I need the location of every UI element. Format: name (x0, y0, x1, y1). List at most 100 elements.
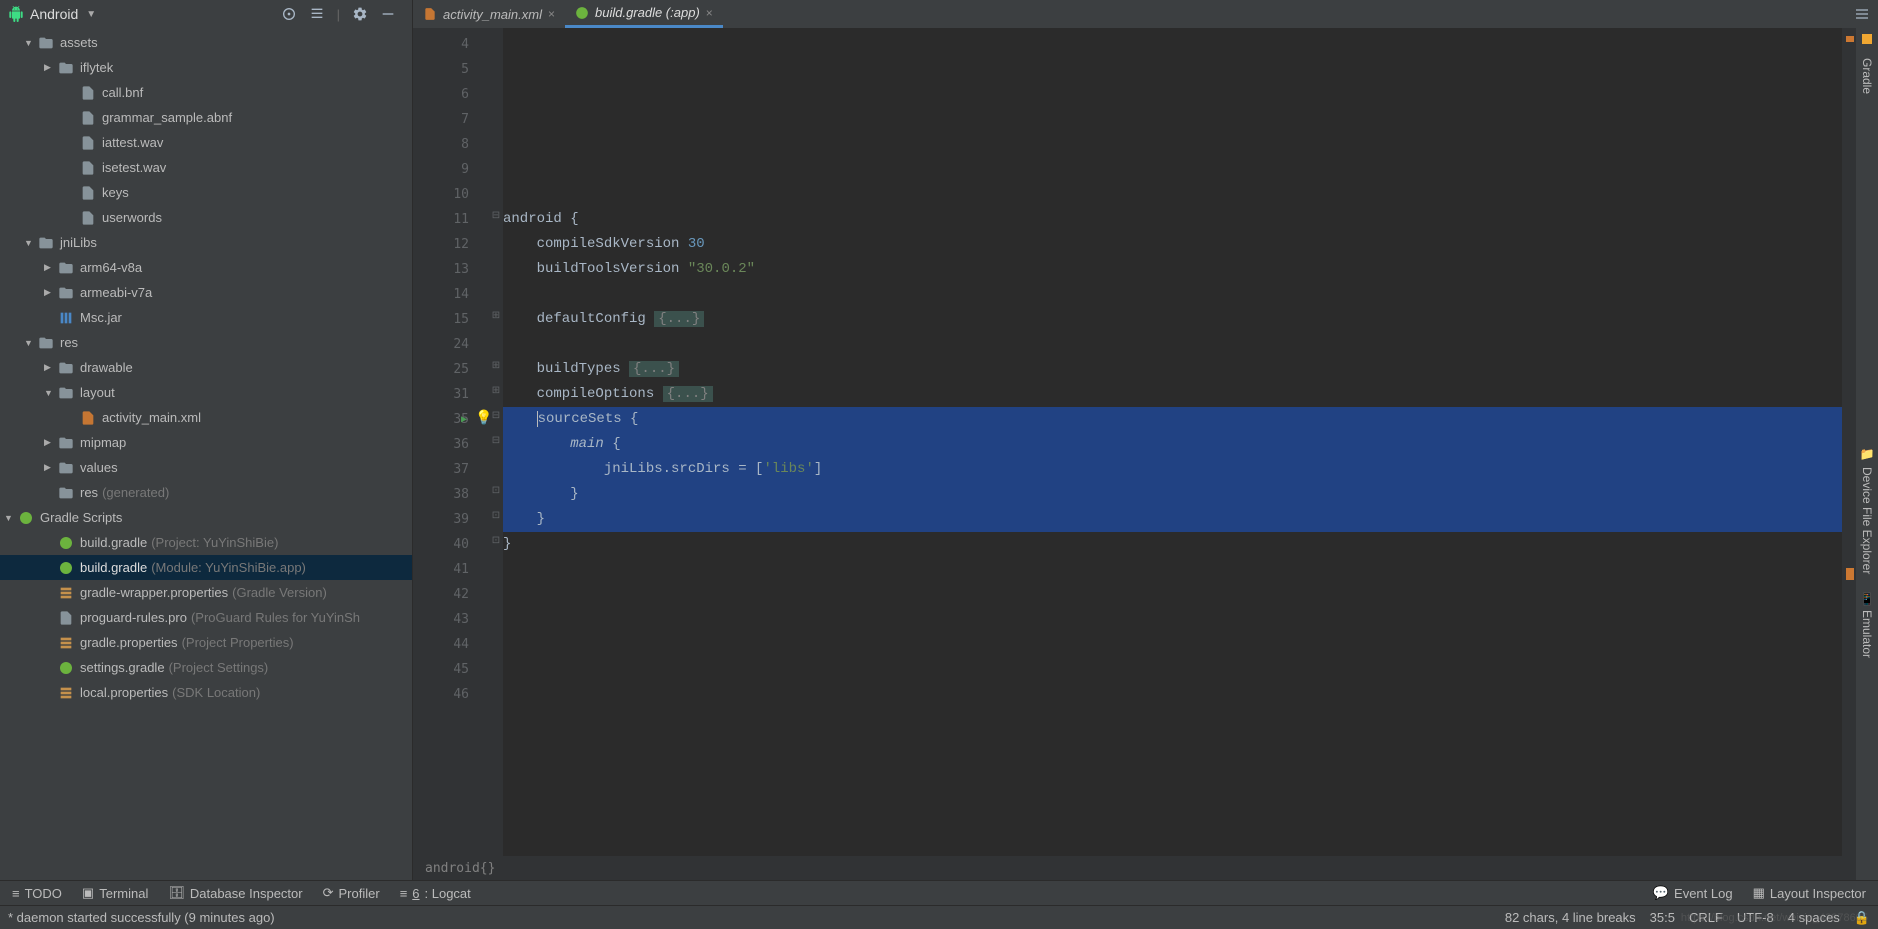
line-number[interactable]: 25 (413, 357, 489, 382)
logcat-tool[interactable]: ≡ 6: Logcat (400, 886, 471, 901)
fold-toggle[interactable]: ⊟ (489, 203, 503, 228)
code-line[interactable] (503, 32, 1842, 57)
tree-item[interactable]: keys (0, 180, 412, 205)
line-number[interactable]: 40 (413, 532, 489, 557)
line-number[interactable]: 8 (413, 132, 489, 157)
tree-item[interactable]: ▼Gradle Scripts (0, 505, 412, 530)
tree-item[interactable]: ▶arm64-v8a (0, 255, 412, 280)
line-number[interactable]: 42 (413, 582, 489, 607)
tree-item[interactable]: build.gradle(Project: YuYinShiBie) (0, 530, 412, 555)
fold-toggle[interactable] (489, 278, 503, 303)
line-number[interactable]: 10 (413, 182, 489, 207)
error-stripe[interactable] (1842, 28, 1856, 856)
event-log-tool[interactable]: 💬 Event Log (1653, 885, 1733, 901)
fold-toggle[interactable] (489, 128, 503, 153)
warning-indicator[interactable] (1862, 34, 1872, 44)
tree-item[interactable]: ▼layout (0, 380, 412, 405)
code-line[interactable]: jniLibs.srcDirs = ['libs'] (503, 457, 1842, 482)
fold-toggle[interactable] (489, 603, 503, 628)
code-editor[interactable]: android { compileSdkVersion 30 buildTool… (503, 28, 1842, 856)
line-number[interactable]: 39 (413, 507, 489, 532)
code-line[interactable] (503, 607, 1842, 632)
tree-item[interactable]: iattest.wav (0, 130, 412, 155)
line-number[interactable]: 13 (413, 257, 489, 282)
tree-item[interactable]: ▶armeabi-v7a (0, 280, 412, 305)
fold-toggle[interactable] (489, 578, 503, 603)
tree-item[interactable]: grammar_sample.abnf (0, 105, 412, 130)
minimize-icon[interactable] (380, 6, 396, 22)
code-line[interactable] (503, 557, 1842, 582)
close-icon[interactable]: × (706, 6, 713, 20)
fold-toggle[interactable]: ⊞ (489, 353, 503, 378)
fold-toggle[interactable] (489, 178, 503, 203)
tree-item[interactable]: res(generated) (0, 480, 412, 505)
code-line[interactable]: sourceSets {💡 (503, 407, 1842, 432)
code-line[interactable]: buildToolsVersion "30.0.2" (503, 257, 1842, 282)
line-number[interactable]: 41 (413, 557, 489, 582)
code-line[interactable] (503, 682, 1842, 707)
line-number[interactable]: 44 (413, 632, 489, 657)
device-file-explorer-tab[interactable]: 📁 Device File Explorer (1858, 445, 1876, 578)
intention-bulb-icon[interactable]: 💡 (475, 407, 492, 432)
code-line[interactable]: defaultConfig {...} (503, 307, 1842, 332)
tab-activity-main[interactable]: activity_main.xml × (413, 0, 565, 28)
tab-build-gradle[interactable]: build.gradle (:app) × (565, 0, 723, 28)
fold-toggle[interactable] (489, 628, 503, 653)
todo-tool[interactable]: ≡ TODO (12, 886, 62, 901)
line-number[interactable]: 9 (413, 157, 489, 182)
code-line[interactable]: } (503, 507, 1842, 532)
breadcrumb[interactable]: android{} (413, 856, 1856, 880)
gear-icon[interactable] (352, 6, 368, 22)
emulator-tab[interactable]: 📱 Emulator (1858, 588, 1876, 662)
tree-item[interactable]: userwords (0, 205, 412, 230)
fold-toggle[interactable]: ⊞ (489, 303, 503, 328)
tree-item[interactable]: settings.gradle(Project Settings) (0, 655, 412, 680)
fold-toggle[interactable]: ⊡ (489, 478, 503, 503)
line-gutter[interactable]: 45678910111213141524253135▶3637383940414… (413, 28, 489, 856)
layout-inspector-tool[interactable]: ▦ Layout Inspector (1753, 885, 1866, 901)
tree-item[interactable]: ▶drawable (0, 355, 412, 380)
line-number[interactable]: 15 (413, 307, 489, 332)
run-gutter-icon[interactable]: ▶ (461, 414, 467, 425)
line-number[interactable]: 31 (413, 382, 489, 407)
code-line[interactable] (503, 282, 1842, 307)
target-icon[interactable] (281, 6, 297, 22)
line-number[interactable]: 46 (413, 682, 489, 707)
code-line[interactable]: } (503, 482, 1842, 507)
fold-toggle[interactable] (489, 453, 503, 478)
line-number[interactable]: 45 (413, 657, 489, 682)
tree-item[interactable]: isetest.wav (0, 155, 412, 180)
fold-toggle[interactable] (489, 228, 503, 253)
line-number[interactable]: 38 (413, 482, 489, 507)
code-line[interactable] (503, 132, 1842, 157)
project-view-header[interactable]: Android ▼ | (0, 0, 413, 28)
fold-toggle[interactable] (489, 103, 503, 128)
tree-item[interactable]: ▼res (0, 330, 412, 355)
line-number[interactable]: 43 (413, 607, 489, 632)
code-line[interactable] (503, 157, 1842, 182)
code-line[interactable]: compileSdkVersion 30 (503, 232, 1842, 257)
code-line[interactable]: buildTypes {...} (503, 357, 1842, 382)
terminal-tool[interactable]: ▣ Terminal (82, 885, 148, 901)
caret-position[interactable]: 35:5 (1650, 910, 1675, 925)
collapse-icon[interactable] (309, 6, 325, 22)
tree-item[interactable]: activity_main.xml (0, 405, 412, 430)
tree-item[interactable]: ▶mipmap (0, 430, 412, 455)
line-number[interactable]: 7 (413, 107, 489, 132)
tree-item[interactable]: call.bnf (0, 80, 412, 105)
code-line[interactable] (503, 82, 1842, 107)
line-number[interactable]: 36 (413, 432, 489, 457)
code-line[interactable]: } (503, 532, 1842, 557)
fold-toggle[interactable]: ⊡ (489, 528, 503, 553)
code-line[interactable]: main { (503, 432, 1842, 457)
tree-item[interactable]: ▶iflytek (0, 55, 412, 80)
tree-item[interactable]: build.gradle(Module: YuYinShiBie.app) (0, 555, 412, 580)
tree-item[interactable]: ▼jniLibs (0, 230, 412, 255)
line-number[interactable]: 4 (413, 32, 489, 57)
fold-toggle[interactable]: ⊞ (489, 378, 503, 403)
tree-item[interactable]: gradle.properties(Project Properties) (0, 630, 412, 655)
tree-item[interactable]: Msc.jar (0, 305, 412, 330)
line-number[interactable]: 37 (413, 457, 489, 482)
line-number[interactable]: 12 (413, 232, 489, 257)
tree-item[interactable]: proguard-rules.pro(ProGuard Rules for Yu… (0, 605, 412, 630)
